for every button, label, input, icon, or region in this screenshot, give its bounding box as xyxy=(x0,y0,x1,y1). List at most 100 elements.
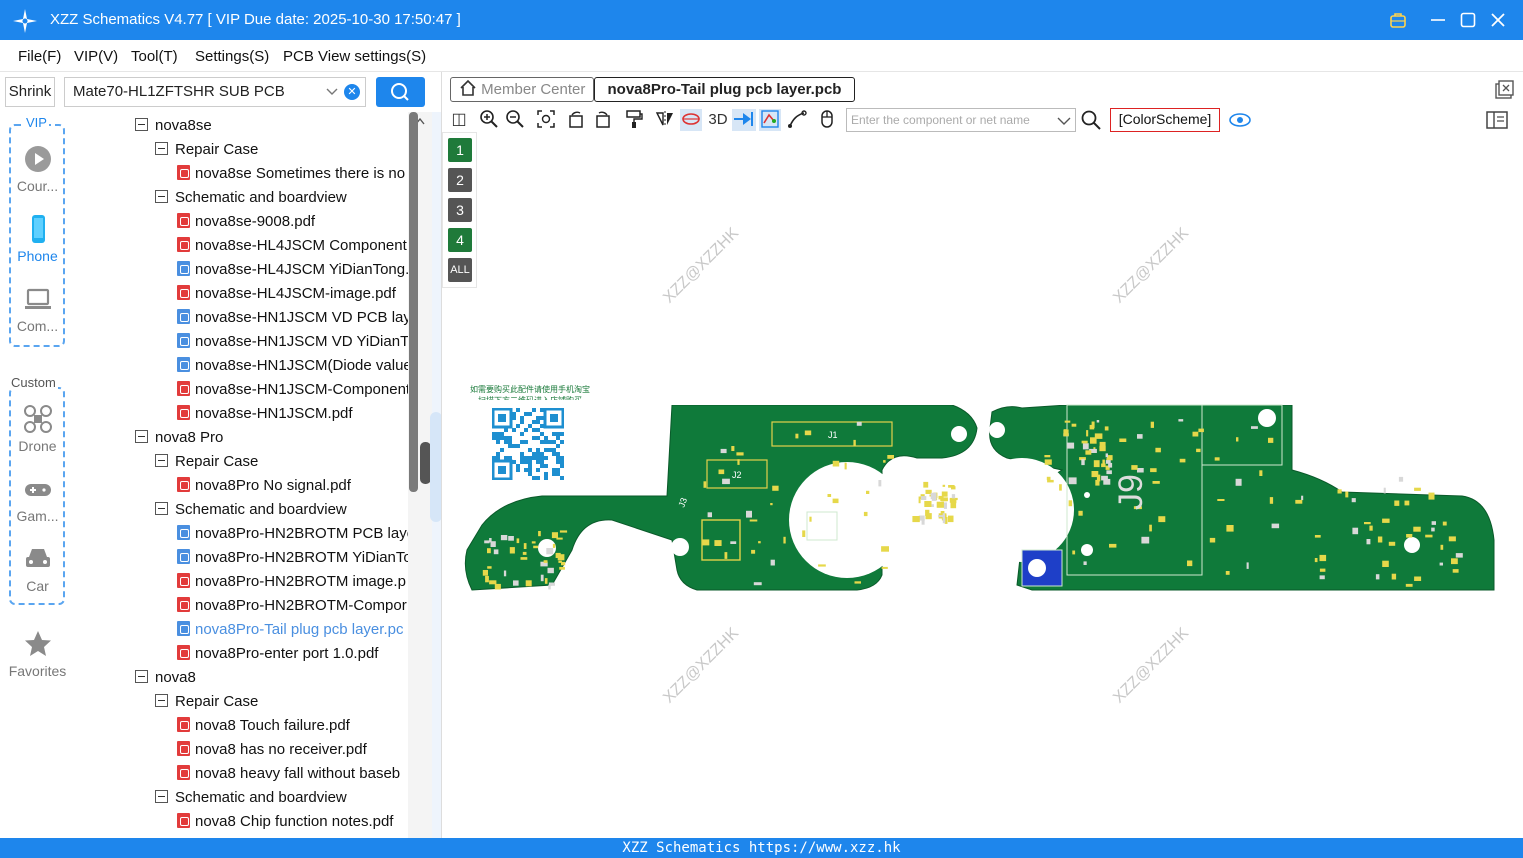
pcb-pad[interactable] xyxy=(947,515,954,523)
pcb-pad[interactable] xyxy=(540,574,544,582)
pcb-pad[interactable] xyxy=(559,566,565,570)
pcb-pad[interactable] xyxy=(832,498,839,504)
pcb-pad[interactable] xyxy=(490,541,496,547)
maximize-icon[interactable] xyxy=(1455,7,1481,33)
pcb-pad[interactable] xyxy=(930,492,937,500)
pcb-pad[interactable] xyxy=(827,494,832,497)
pcb-pad[interactable] xyxy=(925,509,930,516)
pcb-pad[interactable] xyxy=(941,499,948,502)
pcb-pad[interactable] xyxy=(1414,487,1421,491)
pcb-pad[interactable] xyxy=(1442,521,1447,526)
pcb-pad[interactable] xyxy=(1091,421,1095,429)
pcb-pad[interactable] xyxy=(1150,468,1157,473)
pcb-pad[interactable] xyxy=(730,541,737,544)
pcb-pad[interactable] xyxy=(1345,491,1349,498)
pcb-pad[interactable] xyxy=(703,481,707,488)
tree-folder[interactable]: Repair Case xyxy=(155,138,258,162)
pcb-pad[interactable] xyxy=(508,536,514,541)
nav-favorites[interactable]: Favorites xyxy=(0,629,75,679)
vip-bag-icon[interactable] xyxy=(1385,7,1411,33)
pcb-pad[interactable] xyxy=(1081,440,1088,444)
menu-pcb-view-settings[interactable]: PCB View settings(S) xyxy=(283,48,426,65)
tree-file[interactable]: nova8se-HN1JSCM-Component xyxy=(177,378,408,402)
menu-vip[interactable]: VIP(V) xyxy=(74,48,118,65)
pcb-pad[interactable] xyxy=(1366,539,1371,545)
pcb-pad[interactable] xyxy=(783,536,786,544)
pcb-pad[interactable] xyxy=(1063,429,1068,436)
pcb-pad[interactable] xyxy=(1439,562,1443,566)
pcb-pad[interactable] xyxy=(523,543,527,549)
pcb-pad[interactable] xyxy=(866,490,870,494)
component-search-input[interactable]: Enter the component or net name xyxy=(846,108,1076,132)
pcb-pad[interactable] xyxy=(749,519,758,522)
trace-icon[interactable] xyxy=(786,109,808,131)
pcb-pad[interactable] xyxy=(1093,460,1100,468)
pcb-pad[interactable] xyxy=(538,531,541,537)
pcb-pad[interactable] xyxy=(1119,438,1127,443)
pcb-pad[interactable] xyxy=(938,515,944,518)
pcb-pad[interactable] xyxy=(1066,442,1075,449)
collapse-toggle-icon[interactable] xyxy=(135,670,148,683)
pcb-pad[interactable] xyxy=(714,540,722,546)
pcb-pad[interactable] xyxy=(1158,516,1166,523)
layer-all-button[interactable]: ALL xyxy=(448,258,472,282)
pcb-pad[interactable] xyxy=(1431,527,1435,532)
pcb-pad[interactable] xyxy=(1319,554,1327,562)
tree-file[interactable]: nova8Pro-HN2BROTM PCB laye xyxy=(177,522,408,546)
pcb-pad[interactable] xyxy=(1314,535,1321,538)
pcb-pad[interactable] xyxy=(1105,460,1111,464)
pin-select-icon[interactable] xyxy=(732,109,756,131)
pcb-pad[interactable] xyxy=(487,548,491,554)
pcb-pad[interactable] xyxy=(482,570,488,576)
pcb-pad[interactable] xyxy=(1398,476,1404,482)
layer-2-button[interactable]: 2 xyxy=(448,168,472,192)
pcb-pad[interactable] xyxy=(1187,560,1193,567)
pcb-pad[interactable] xyxy=(509,547,515,554)
pcb-pad[interactable] xyxy=(883,460,886,463)
pcb-pad[interactable] xyxy=(1196,448,1201,453)
pcb-pad[interactable] xyxy=(484,540,490,544)
pcb-pad[interactable] xyxy=(533,545,539,549)
pcb-pad[interactable] xyxy=(1428,492,1435,500)
pcb-pad[interactable] xyxy=(1383,487,1386,494)
pcb-pad[interactable] xyxy=(1105,453,1108,458)
side-panel-icon[interactable] xyxy=(1485,109,1509,131)
pcb-pad[interactable] xyxy=(1391,573,1397,580)
pcb-pad[interactable] xyxy=(1406,534,1413,538)
pcb-pad[interactable] xyxy=(1141,536,1150,544)
pcb-pad[interactable] xyxy=(543,560,548,563)
collapse-toggle-icon[interactable] xyxy=(155,790,168,803)
tree-scroll-thumb[interactable] xyxy=(409,112,418,492)
tab-active-file[interactable]: nova8Pro-Tail plug pcb layer.pcb xyxy=(594,77,855,102)
pcb-pad[interactable] xyxy=(1078,510,1083,516)
pcb-pad[interactable] xyxy=(1152,481,1160,484)
pcb-pad[interactable] xyxy=(548,584,551,590)
pcb-pad[interactable] xyxy=(912,516,920,523)
close-icon[interactable] xyxy=(1485,7,1511,33)
pcb-pad[interactable] xyxy=(1259,470,1263,476)
pcb-pad[interactable] xyxy=(1155,447,1161,453)
zoom-out-icon[interactable] xyxy=(504,109,526,131)
pcb-pad[interactable] xyxy=(559,530,568,533)
pcb-pad[interactable] xyxy=(878,480,882,487)
pcb-pad[interactable] xyxy=(1364,522,1371,525)
pcb-pad[interactable] xyxy=(1149,524,1152,532)
pcb-pad[interactable] xyxy=(500,535,508,541)
pcb-pad[interactable] xyxy=(525,580,532,587)
tree-file[interactable]: nova8se-HL4JSCM YiDianTong. xyxy=(177,258,408,282)
pcb-pad[interactable] xyxy=(1104,426,1109,431)
pcb-pad[interactable] xyxy=(1431,521,1436,525)
pcb-pad[interactable] xyxy=(522,551,527,555)
pcb-pad[interactable] xyxy=(921,496,927,500)
pcb-pad[interactable] xyxy=(1044,459,1052,465)
pcb-pad[interactable] xyxy=(1251,426,1258,429)
pcb-pad[interactable] xyxy=(1109,543,1117,548)
nav-courses[interactable]: Cour... xyxy=(0,144,75,194)
pcb-pad[interactable] xyxy=(818,564,826,567)
pcb-pad[interactable] xyxy=(1179,458,1186,463)
fit-view-icon[interactable] xyxy=(535,109,557,131)
shrink-button[interactable]: Shrink xyxy=(5,77,55,107)
pcb-pad[interactable] xyxy=(1440,544,1444,550)
tree-file[interactable]: nova8Pro-enter port 1.0.pdf xyxy=(177,642,378,666)
tree-file[interactable]: nova8se-9008.pdf xyxy=(177,210,315,234)
